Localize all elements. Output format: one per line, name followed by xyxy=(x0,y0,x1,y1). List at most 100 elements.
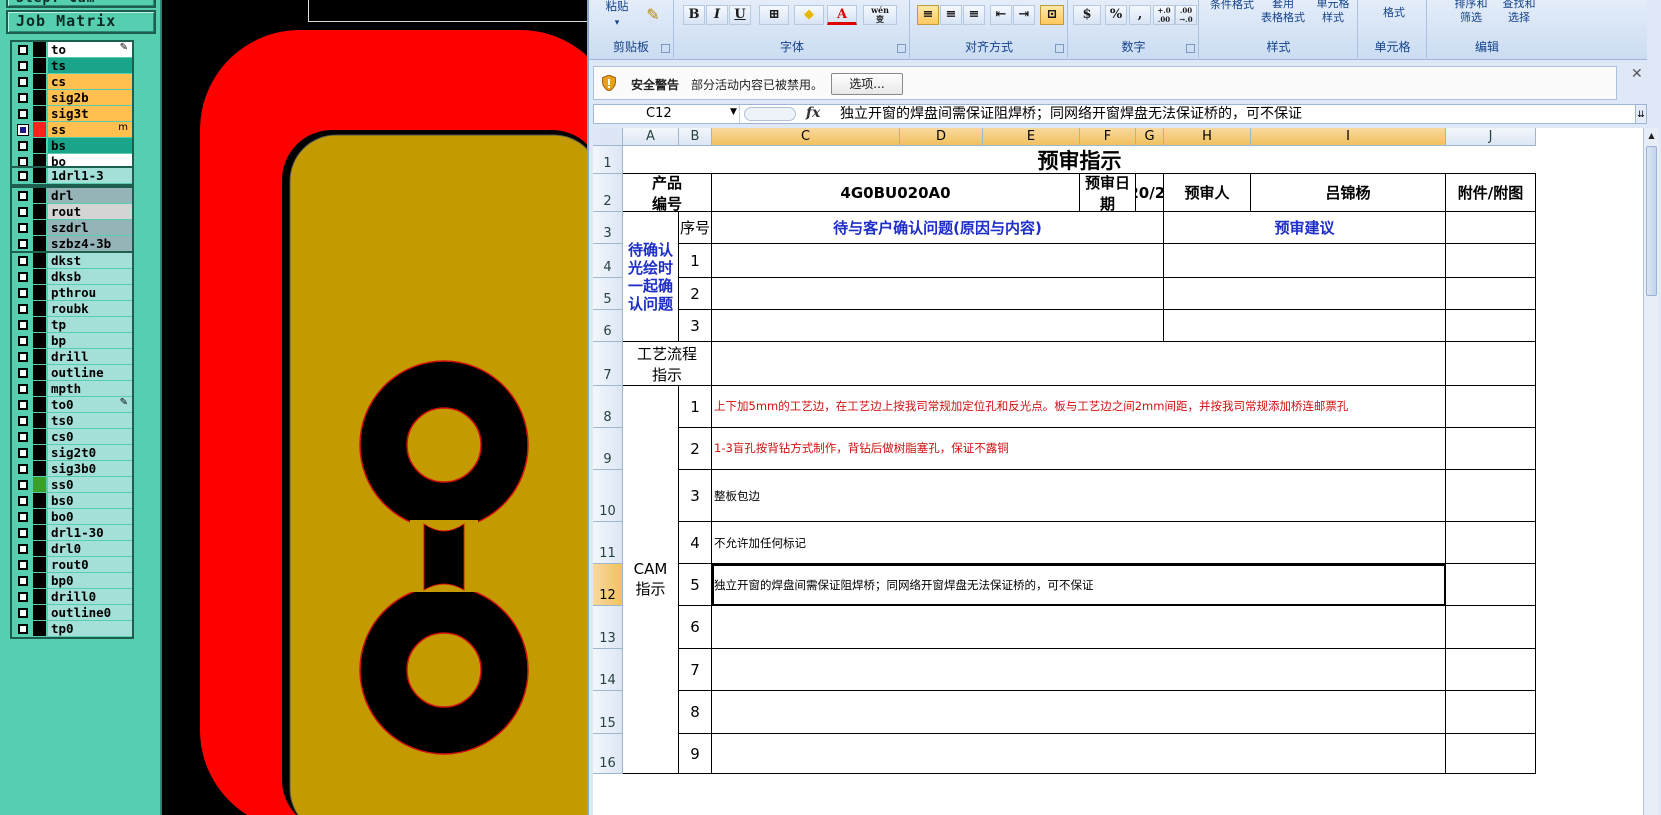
issues-label-cell[interactable]: 待与客户确认问题(原因与内容) xyxy=(712,212,1164,244)
attachment-cell[interactable] xyxy=(1446,278,1536,310)
layer-row[interactable]: dkst xyxy=(12,253,134,269)
layer-checkbox[interactable] xyxy=(18,77,28,87)
vertical-scrollbar[interactable]: ▲ xyxy=(1643,128,1659,815)
layer-name[interactable]: drill xyxy=(48,349,134,364)
cam-instruction-cell[interactable]: 上下加5mm的工艺边，在工艺边上按我司常规加定位孔和反光点。板与工艺边之间2mm… xyxy=(712,386,1446,428)
row-header[interactable]: 10 xyxy=(593,470,623,522)
layer-row[interactable]: bo0 xyxy=(12,509,134,525)
layer-row[interactable]: sig3b0 xyxy=(12,461,134,477)
layer-color-swatch[interactable] xyxy=(33,301,46,316)
layer-row[interactable]: ss0 xyxy=(12,477,134,493)
layer-name[interactable]: dkst xyxy=(48,253,134,268)
name-box[interactable]: C12 xyxy=(594,105,740,123)
merge-center-icon[interactable]: ⊡ xyxy=(1040,5,1064,25)
confirm-seq-cell[interactable]: 2 xyxy=(679,278,712,310)
review-date-value-cell[interactable]: 2020/2/19 xyxy=(1136,174,1164,212)
confirm-suggestion-cell[interactable] xyxy=(1164,244,1446,278)
cam-instruction-cell[interactable] xyxy=(712,606,1446,649)
layer-checkbox[interactable] xyxy=(18,336,28,346)
insert-function-button[interactable]: fx xyxy=(806,105,820,121)
layer-checkbox[interactable] xyxy=(18,61,28,71)
layer-color-swatch[interactable] xyxy=(33,445,46,460)
find-select-button[interactable]: 查找和 选择 xyxy=(1494,0,1544,24)
layer-color-swatch[interactable] xyxy=(33,42,46,57)
layer-checkbox[interactable] xyxy=(18,384,28,394)
layer-row[interactable]: roubk xyxy=(12,301,134,317)
layer-row[interactable]: ss m xyxy=(12,122,134,138)
attachment-cell[interactable] xyxy=(1446,342,1536,386)
cam-instruction-cell[interactable]: 不允许加任何标记 xyxy=(712,522,1446,564)
cam-instruction-cell[interactable] xyxy=(712,649,1446,691)
cam-seq-cell[interactable]: 8 xyxy=(679,691,712,734)
cam-seq-cell[interactable]: 2 xyxy=(679,428,712,470)
column-header[interactable]: H xyxy=(1164,128,1251,146)
layer-color-swatch[interactable] xyxy=(33,204,46,219)
attachment-cell[interactable] xyxy=(1446,606,1536,649)
layer-checkbox[interactable] xyxy=(18,45,28,55)
layer-row[interactable]: drill xyxy=(12,349,134,365)
select-all-corner[interactable] xyxy=(593,128,623,146)
layer-checkbox[interactable] xyxy=(18,223,28,233)
align-left-icon[interactable]: ≡ xyxy=(917,5,939,25)
row-header[interactable]: 13 xyxy=(593,606,623,649)
reviewer-value-cell[interactable]: 吕锦杨 xyxy=(1251,174,1446,212)
phonetic-button[interactable]: wén 变 xyxy=(863,5,897,25)
layer-checkbox[interactable] xyxy=(18,624,28,634)
formula-input[interactable]: 独立开窗的焊盘间需保证阻焊桥；同网络开窗焊盘无法保证桥的，可不保证 xyxy=(840,105,1302,123)
layer-row[interactable]: drl0 xyxy=(12,541,134,557)
attachment-cell-r3[interactable] xyxy=(1446,212,1536,244)
layer-color-swatch[interactable] xyxy=(33,138,46,153)
layer-name[interactable]: ts xyxy=(48,58,134,73)
suggestion-label-cell[interactable]: 预审建议 xyxy=(1164,212,1446,244)
layer-name[interactable]: tp0 xyxy=(48,621,134,636)
border-icon[interactable]: ⊞ xyxy=(759,5,789,25)
layer-checkbox[interactable] xyxy=(18,272,28,282)
fill-color-icon[interactable]: ◆ xyxy=(794,5,824,25)
layer-row[interactable]: szdrl xyxy=(12,220,134,236)
layer-checkbox[interactable] xyxy=(18,141,28,151)
layer-name[interactable]: drl1-30 xyxy=(48,525,134,540)
confirm-seq-cell[interactable]: 1 xyxy=(679,244,712,278)
attachment-cell[interactable] xyxy=(1446,428,1536,470)
layer-row[interactable]: sig2b xyxy=(12,90,134,106)
process-label-cell[interactable]: 工艺流程 指示 xyxy=(623,342,712,386)
layer-row[interactable]: szbz4-3b xyxy=(12,236,134,252)
layer-color-swatch[interactable] xyxy=(33,269,46,284)
layer-name[interactable]: bp xyxy=(48,333,134,348)
layer-row[interactable]: bp0 xyxy=(12,573,134,589)
cam-seq-cell[interactable]: 9 xyxy=(679,734,712,774)
confirm-suggestion-cell[interactable] xyxy=(1164,278,1446,310)
layer-name[interactable]: sig2b xyxy=(48,90,134,105)
row-header[interactable]: 4 xyxy=(593,244,623,278)
layer-color-swatch[interactable] xyxy=(33,429,46,444)
attachment-cell[interactable] xyxy=(1446,386,1536,428)
row-header[interactable]: 6 xyxy=(593,310,623,342)
layer-row[interactable]: bs0 xyxy=(12,493,134,509)
confirm-issue-cell[interactable] xyxy=(712,310,1164,342)
row-header[interactable]: 12 xyxy=(593,564,623,606)
layer-color-swatch[interactable] xyxy=(33,90,46,105)
layer-row[interactable]: ts0 xyxy=(12,413,134,429)
layer-row[interactable]: tp0 xyxy=(12,621,134,637)
layer-color-swatch[interactable] xyxy=(33,285,46,300)
layer-row[interactable]: tp xyxy=(12,317,134,333)
chevron-down-icon[interactable]: ▼ xyxy=(730,107,737,117)
increase-indent-icon[interactable]: ⇥ xyxy=(1013,5,1035,25)
layer-checkbox[interactable] xyxy=(18,320,28,330)
column-header[interactable]: F xyxy=(1080,128,1136,146)
layer-name[interactable]: drill0 xyxy=(48,589,134,604)
layer-name[interactable]: szbz4-3b xyxy=(48,236,134,251)
cam-seq-cell[interactable]: 5 xyxy=(679,564,712,606)
decrease-indent-icon[interactable]: ⇤ xyxy=(990,5,1012,25)
layer-checkbox[interactable] xyxy=(18,576,28,586)
row-header[interactable]: 1 xyxy=(593,146,623,174)
layer-name[interactable]: szdrl xyxy=(48,220,134,235)
layer-checkbox[interactable] xyxy=(18,544,28,554)
scroll-up-icon[interactable]: ▲ xyxy=(1644,128,1659,144)
layer-color-swatch[interactable] xyxy=(33,220,46,235)
decrease-decimal-button[interactable]: .00 →.0 xyxy=(1175,5,1197,25)
layer-name[interactable]: bo0 xyxy=(48,509,134,524)
number-launcher-icon[interactable] xyxy=(1186,44,1195,53)
layer-color-swatch[interactable] xyxy=(33,365,46,380)
layer-row[interactable]: drill0 xyxy=(12,589,134,605)
